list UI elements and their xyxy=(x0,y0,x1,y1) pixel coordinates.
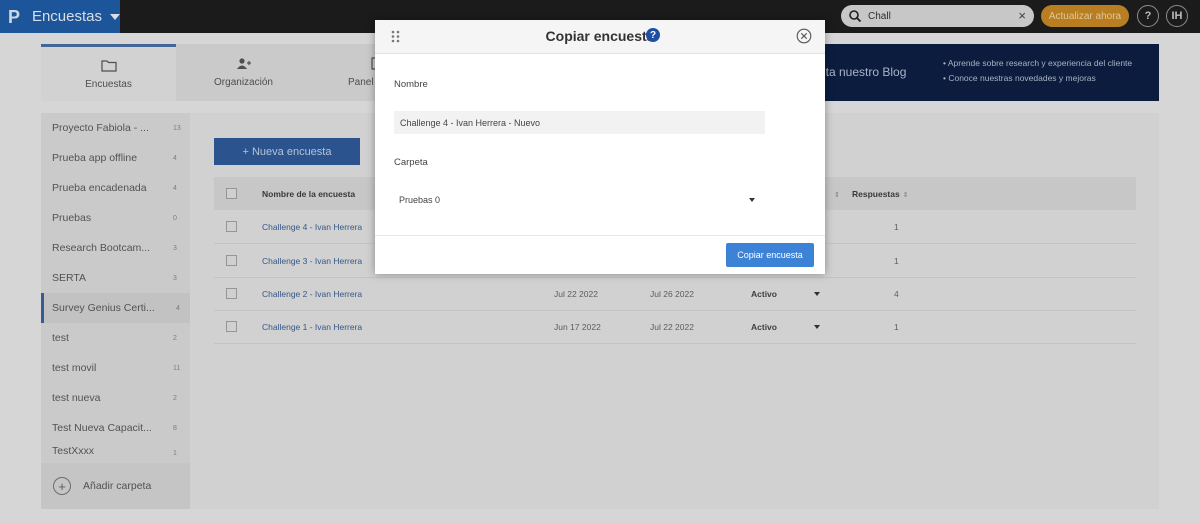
dialog-divider xyxy=(375,235,825,236)
folder-field-label: Carpeta xyxy=(394,157,428,168)
survey-name-field[interactable] xyxy=(394,111,765,134)
dialog-header: Copiar encuesta ? xyxy=(375,20,825,54)
help-icon[interactable]: ? xyxy=(646,28,660,42)
folder-select-value: Pruebas 0 xyxy=(399,195,441,205)
copy-survey-dialog: Copiar encuesta ? Nombre Carpeta Pruebas… xyxy=(375,20,825,274)
name-field-label: Nombre xyxy=(394,79,428,90)
dialog-title: Copiar encuesta xyxy=(545,28,655,44)
chevron-down-icon xyxy=(749,198,755,202)
copy-survey-button[interactable]: Copiar encuesta xyxy=(726,243,814,267)
close-icon[interactable] xyxy=(796,28,812,44)
folder-select[interactable]: Pruebas 0 xyxy=(394,189,762,211)
